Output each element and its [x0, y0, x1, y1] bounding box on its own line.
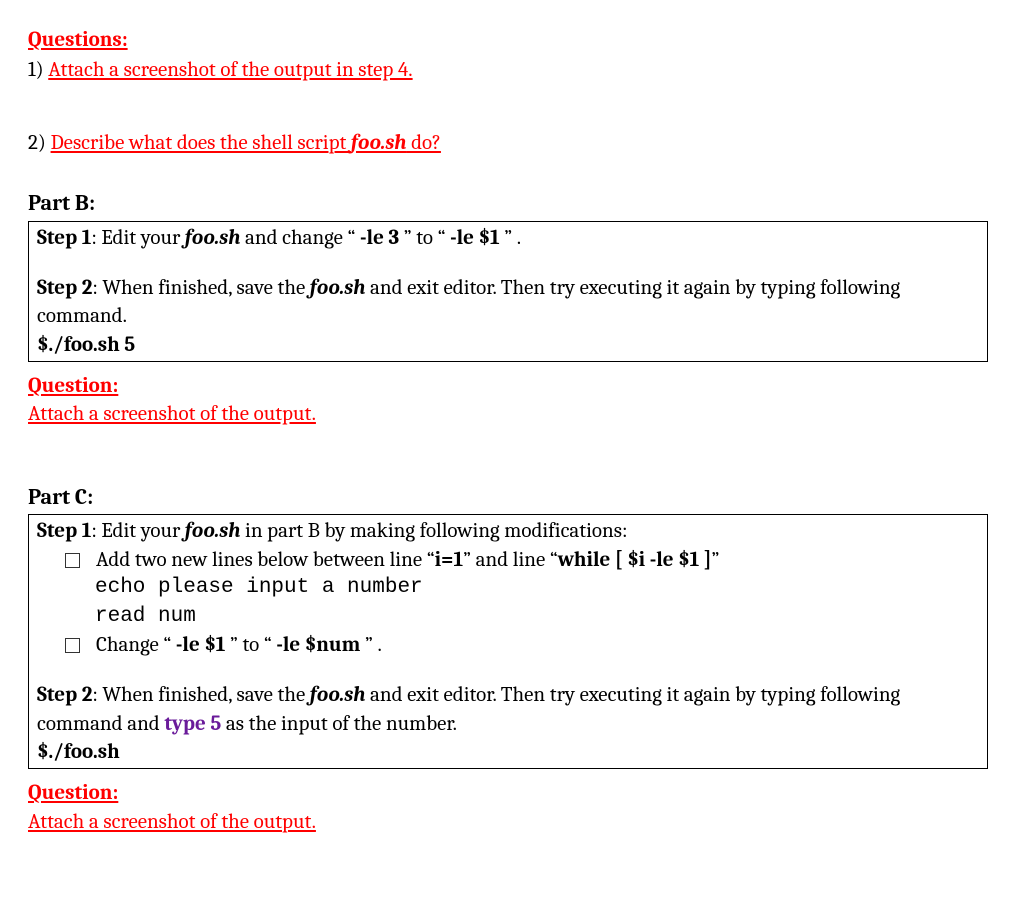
- part-b-title: Part B:: [28, 189, 988, 219]
- part-c-question-text: Attach a screenshot of the output.: [28, 808, 988, 836]
- part-c-bullet-2: Change “ -le $1 ” to “ -le $num ” .: [65, 631, 979, 659]
- question-1-text: Attach a screenshot of the output in ste…: [48, 58, 412, 82]
- questions-heading-text: Questions:: [28, 28, 128, 52]
- part-c-code-line-2: read num: [95, 603, 979, 631]
- part-b-step-2-label: Step 2: [37, 276, 92, 300]
- part-c-bullet-1: Add two new lines below between line “i=…: [65, 546, 979, 574]
- question-2-script: foo.sh: [351, 131, 406, 155]
- question-2-suffix: do?: [406, 131, 440, 155]
- document-page: Questions: 1) Attach a screenshot of the…: [0, 0, 1024, 856]
- part-c-title: Part C:: [28, 483, 988, 513]
- question-1-number: 1): [28, 58, 48, 82]
- checkbox-icon: [65, 638, 80, 653]
- part-b-question-text: Attach a screenshot of the output.: [28, 400, 988, 428]
- part-b-box: Step 1: Edit your foo.sh and change “ -l…: [28, 221, 988, 362]
- part-c-code-line-1: echo please input a number: [95, 574, 979, 602]
- part-c-box: Step 1: Edit your foo.sh in part B by ma…: [28, 514, 988, 769]
- part-b-question-heading: Question:: [28, 372, 988, 400]
- part-b-step-1-label: Step 1: [37, 226, 91, 250]
- questions-heading: Questions:: [28, 26, 988, 54]
- part-c-command: $./foo.sh: [37, 738, 979, 766]
- part-c-step-2: Step 2: When finished, save the foo.sh a…: [37, 681, 979, 738]
- question-1: 1) Attach a screenshot of the output in …: [28, 56, 988, 84]
- part-c-step-1: Step 1: Edit your foo.sh in part B by ma…: [37, 517, 979, 545]
- question-2-prefix: Describe what does the shell script: [51, 131, 351, 155]
- checkbox-icon: [65, 553, 80, 568]
- part-b-step-2: Step 2: When finished, save the foo.sh a…: [37, 274, 979, 331]
- part-b-command: $./foo.sh 5: [37, 331, 979, 359]
- question-2: 2) Describe what does the shell script f…: [28, 129, 988, 157]
- question-2-number: 2): [28, 131, 51, 155]
- part-c-question-heading: Question:: [28, 779, 988, 807]
- part-b-step-1: Step 1: Edit your foo.sh and change “ -l…: [37, 224, 979, 252]
- part-c-step-2-label: Step 2: [37, 683, 92, 707]
- part-c-step-1-label: Step 1: [37, 519, 91, 543]
